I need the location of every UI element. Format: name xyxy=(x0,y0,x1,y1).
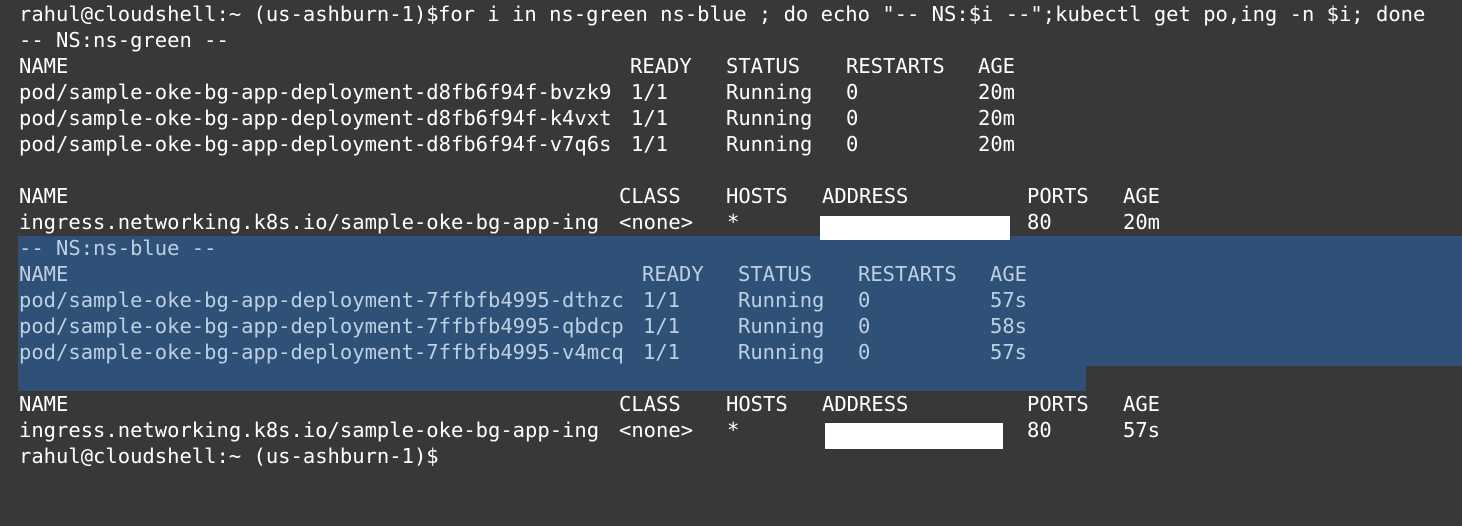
pod-ready: 1/1 xyxy=(631,132,669,156)
table-row: pod/sample-oke-bg-app-deployment-d8fb6f9… xyxy=(0,131,1462,157)
pod-name: pod/sample-oke-bg-app-deployment-7ffbfb4… xyxy=(19,288,624,312)
ingress-hosts: * xyxy=(727,418,740,442)
ingress-age: 20m xyxy=(1123,210,1161,234)
pods-table-header: NAME READY STATUS RESTARTS AGE xyxy=(0,261,1462,287)
col-name: NAME xyxy=(19,262,69,286)
namespace-header-text: -- NS:ns-green -- xyxy=(19,28,229,52)
ingress-name: ingress.networking.k8s.io/sample-oke-bg-… xyxy=(19,210,600,234)
pod-name: pod/sample-oke-bg-app-deployment-d8fb6f9… xyxy=(19,132,612,156)
pod-ready: 1/1 xyxy=(643,314,681,338)
pod-ready: 1/1 xyxy=(631,80,669,104)
redaction-box xyxy=(825,423,1003,449)
pod-age: 20m xyxy=(978,132,1016,156)
pod-ready: 1/1 xyxy=(643,340,681,364)
pod-status: Running xyxy=(738,288,825,312)
shell-command: for i in ns-green ns-blue ; do echo "-- … xyxy=(438,2,1426,26)
pod-status: Running xyxy=(726,80,813,104)
col-status: STATUS xyxy=(738,262,813,286)
col-status: STATUS xyxy=(726,54,801,78)
namespace-header: -- NS:ns-blue -- xyxy=(0,235,1462,261)
namespace-header: -- NS:ns-green -- xyxy=(0,27,1462,53)
pod-name: pod/sample-oke-bg-app-deployment-7ffbfb4… xyxy=(19,314,624,338)
col-address: ADDRESS xyxy=(822,392,909,416)
ingress-age: 57s xyxy=(1123,418,1161,442)
col-ready: READY xyxy=(642,262,704,286)
text-selection-highlight-tail xyxy=(18,366,1086,391)
pod-ready: 1/1 xyxy=(631,106,669,130)
table-row: pod/sample-oke-bg-app-deployment-7ffbfb4… xyxy=(0,313,1462,339)
table-row: pod/sample-oke-bg-app-deployment-7ffbfb4… xyxy=(0,339,1462,365)
pod-age: 20m xyxy=(978,106,1016,130)
pod-status: Running xyxy=(726,132,813,156)
pod-restarts: 0 xyxy=(858,340,871,364)
table-row: ingress.networking.k8s.io/sample-oke-bg-… xyxy=(0,417,1462,443)
col-ready: READY xyxy=(630,54,692,78)
table-row: pod/sample-oke-bg-app-deployment-d8fb6f9… xyxy=(0,105,1462,131)
pods-table-header: NAME READY STATUS RESTARTS AGE xyxy=(0,53,1462,79)
col-class: CLASS xyxy=(619,184,681,208)
ingress-class: <none> xyxy=(619,210,694,234)
ingress-hosts: * xyxy=(727,210,740,234)
col-hosts: HOSTS xyxy=(726,184,788,208)
pod-name: pod/sample-oke-bg-app-deployment-7ffbfb4… xyxy=(19,340,624,364)
redaction-box xyxy=(820,216,1010,240)
col-name: NAME xyxy=(19,184,69,208)
col-age: AGE xyxy=(1123,184,1161,208)
pod-restarts: 0 xyxy=(846,106,859,130)
pod-name: pod/sample-oke-bg-app-deployment-d8fb6f9… xyxy=(19,80,612,104)
ingress-table-header: NAME CLASS HOSTS ADDRESS PORTS AGE xyxy=(0,183,1462,209)
pod-age: 57s xyxy=(990,340,1028,364)
terminal-window[interactable]: rahul@cloudshell:~ (us-ashburn-1)$ for i… xyxy=(0,0,1462,526)
pod-restarts: 0 xyxy=(846,80,859,104)
table-row: pod/sample-oke-bg-app-deployment-7ffbfb4… xyxy=(0,287,1462,313)
col-name: NAME xyxy=(19,54,69,78)
table-row: ingress.networking.k8s.io/sample-oke-bg-… xyxy=(0,209,1462,235)
ingress-class: <none> xyxy=(619,418,694,442)
shell-prompt: rahul@cloudshell:~ (us-ashburn-1)$ xyxy=(19,2,439,26)
col-ports: PORTS xyxy=(1027,392,1089,416)
pod-age: 58s xyxy=(990,314,1028,338)
pod-status: Running xyxy=(738,340,825,364)
final-prompt-line[interactable]: rahul@cloudshell:~ (us-ashburn-1)$ xyxy=(0,443,1462,469)
pod-name: pod/sample-oke-bg-app-deployment-d8fb6f9… xyxy=(19,106,612,130)
shell-prompt: rahul@cloudshell:~ (us-ashburn-1)$ xyxy=(19,444,439,468)
ingress-name: ingress.networking.k8s.io/sample-oke-bg-… xyxy=(19,418,600,442)
namespace-header-text: -- NS:ns-blue -- xyxy=(19,236,217,260)
col-address: ADDRESS xyxy=(822,184,909,208)
ingress-ports: 80 xyxy=(1027,210,1052,234)
col-age: AGE xyxy=(978,54,1016,78)
col-age: AGE xyxy=(990,262,1028,286)
pod-status: Running xyxy=(738,314,825,338)
pod-restarts: 0 xyxy=(858,314,871,338)
col-ports: PORTS xyxy=(1027,184,1089,208)
col-age: AGE xyxy=(1123,392,1161,416)
ingress-ports: 80 xyxy=(1027,418,1052,442)
pod-restarts: 0 xyxy=(858,288,871,312)
pod-age: 57s xyxy=(990,288,1028,312)
col-name: NAME xyxy=(19,392,69,416)
table-row: pod/sample-oke-bg-app-deployment-d8fb6f9… xyxy=(0,79,1462,105)
pod-age: 20m xyxy=(978,80,1016,104)
col-restarts: RESTARTS xyxy=(858,262,957,286)
command-line: rahul@cloudshell:~ (us-ashburn-1)$ for i… xyxy=(0,1,1462,27)
col-restarts: RESTARTS xyxy=(846,54,945,78)
pod-ready: 1/1 xyxy=(643,288,681,312)
pod-restarts: 0 xyxy=(846,132,859,156)
pod-status: Running xyxy=(726,106,813,130)
col-hosts: HOSTS xyxy=(726,392,788,416)
ingress-table-header: NAME CLASS HOSTS ADDRESS PORTS AGE xyxy=(0,391,1462,417)
col-class: CLASS xyxy=(619,392,681,416)
